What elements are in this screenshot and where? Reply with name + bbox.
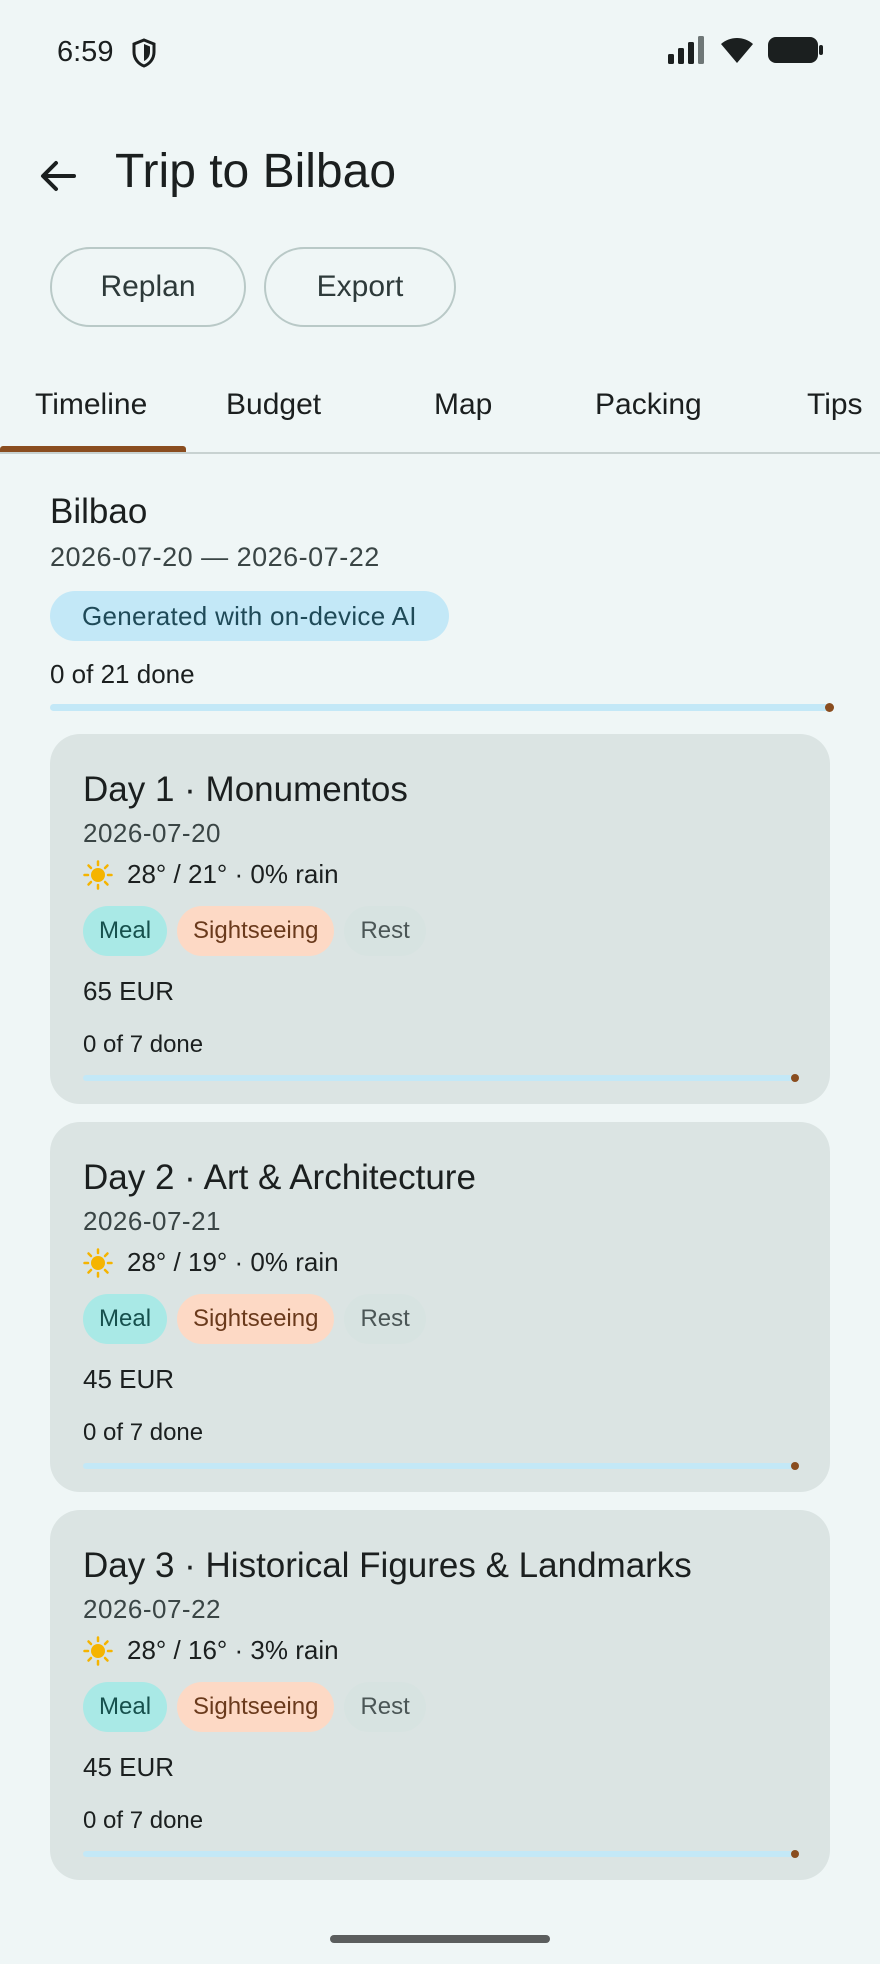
- weather-text: 28° / 21° · 0% rain: [127, 859, 339, 889]
- weather-row: 28° / 19° · 0% rain: [83, 1247, 797, 1278]
- export-button[interactable]: Export: [264, 247, 456, 327]
- trip-progress-label: 0 of 21 done: [50, 659, 195, 689]
- day-progress-bar: [83, 1074, 799, 1082]
- tab-label: Map: [434, 388, 493, 421]
- progress-end-dot: [791, 1850, 799, 1858]
- activity-chips: Meal Sightseeing Rest: [83, 906, 797, 956]
- home-indicator[interactable]: [330, 1935, 550, 1943]
- city-name: Bilbao: [50, 492, 148, 531]
- sun-icon: [83, 859, 113, 890]
- shield-icon: [131, 38, 157, 73]
- day-date: 2026-07-22: [83, 1594, 221, 1624]
- weather-row: 28° / 16° · 3% rain: [83, 1635, 797, 1666]
- tab-timeline[interactable]: Timeline: [35, 378, 147, 452]
- chip-rest: Rest: [344, 906, 426, 956]
- weather-row: 28° / 21° · 0% rain: [83, 859, 797, 890]
- sun-icon: [83, 1635, 113, 1666]
- page-title: Trip to Bilbao: [115, 145, 397, 198]
- back-button[interactable]: [30, 148, 86, 204]
- ai-badge: Generated with on-device AI: [50, 591, 449, 641]
- day-progress-bar: [83, 1850, 799, 1858]
- chip-sightseeing: Sightseeing: [177, 1682, 335, 1732]
- chip-sightseeing: Sightseeing: [177, 1294, 335, 1344]
- trip-summary: Bilbao 2026-07-20 — 2026-07-22 Generated…: [50, 492, 834, 712]
- battery-icon: [768, 36, 824, 69]
- chip-meal: Meal: [83, 1682, 168, 1732]
- tab-budget[interactable]: Budget: [226, 378, 321, 452]
- day-title: Day 2 · Art & Architecture: [83, 1158, 476, 1197]
- chip-meal: Meal: [83, 906, 168, 956]
- weather-text: 28° / 16° · 3% rain: [127, 1635, 339, 1665]
- wifi-icon: [720, 36, 754, 69]
- status-time: 6:59: [57, 36, 114, 68]
- arrow-left-icon: [41, 161, 76, 191]
- signal-icon: [668, 36, 706, 69]
- day-title: Day 1 · Monumentos: [83, 770, 408, 809]
- tab-label: Packing: [595, 388, 702, 421]
- tab-bar: Timeline Budget Map Packing Tips: [0, 378, 880, 454]
- day-cost: 45 EUR: [83, 1752, 175, 1782]
- day-date: 2026-07-21: [83, 1206, 221, 1236]
- day-date: 2026-07-20: [83, 818, 221, 848]
- activity-chips: Meal Sightseeing Rest: [83, 1682, 797, 1732]
- chip-rest: Rest: [344, 1682, 426, 1732]
- day-progress-label: 0 of 7 done: [83, 1419, 204, 1446]
- tab-map[interactable]: Map: [434, 378, 492, 452]
- day-progress-label: 0 of 7 done: [83, 1807, 204, 1834]
- app-bar: Trip to Bilbao: [0, 130, 880, 220]
- day-card[interactable]: Day 3 · Historical Figures & Landmarks 2…: [50, 1510, 830, 1880]
- tab-label: Timeline: [35, 388, 148, 421]
- replan-button[interactable]: Replan: [50, 247, 246, 327]
- progress-end-dot: [791, 1074, 799, 1082]
- day-cost: 45 EUR: [83, 1364, 175, 1394]
- action-row: Replan Export: [50, 247, 456, 327]
- tab-packing[interactable]: Packing: [595, 378, 702, 452]
- activity-chips: Meal Sightseeing Rest: [83, 1294, 797, 1344]
- chip-meal: Meal: [83, 1294, 168, 1344]
- progress-end-dot: [791, 1462, 799, 1470]
- chip-rest: Rest: [344, 1294, 426, 1344]
- day-title: Day 3 · Historical Figures & Landmarks: [83, 1546, 692, 1585]
- tab-label: Budget: [226, 388, 322, 421]
- status-bar: 6:59: [0, 0, 880, 110]
- day-card[interactable]: Day 1 · Monumentos 2026-07-20 28° / 21° …: [50, 734, 830, 1104]
- day-progress-label: 0 of 7 done: [83, 1031, 204, 1058]
- progress-end-dot: [825, 703, 834, 712]
- weather-text: 28° / 19° · 0% rain: [127, 1247, 339, 1277]
- trip-dates: 2026-07-20 — 2026-07-22: [50, 542, 380, 572]
- trip-progress-bar: [50, 703, 834, 712]
- day-cost: 65 EUR: [83, 976, 175, 1006]
- day-progress-bar: [83, 1462, 799, 1470]
- tab-label: Tips: [807, 388, 863, 421]
- tab-indicator: [0, 446, 186, 452]
- sun-icon: [83, 1247, 113, 1278]
- chip-sightseeing: Sightseeing: [177, 906, 335, 956]
- tab-tips[interactable]: Tips: [807, 378, 863, 452]
- day-card[interactable]: Day 2 · Art & Architecture 2026-07-21 28…: [50, 1122, 830, 1492]
